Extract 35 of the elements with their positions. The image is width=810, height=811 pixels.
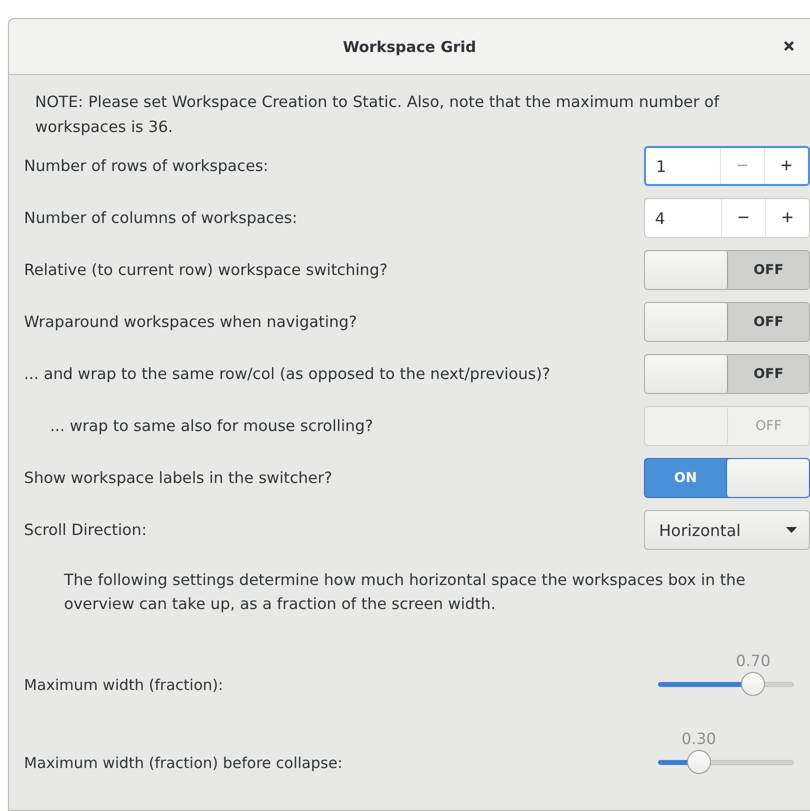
slider-handle[interactable] [686, 750, 711, 774]
increment-button[interactable]: + [764, 148, 808, 184]
switch-state: OFF [752, 365, 784, 384]
note-text: NOTE: Please set Workspace Creation to Static. Also, note that the maximum number of workspaces is 36. [34, 92, 720, 138]
toggle-switch[interactable]: OFF [644, 250, 810, 290]
description-text: The following settings determine how much horizontal space the workspaces box in the overview can take up, as a fraction of the screen width. [63, 570, 746, 615]
dropdown[interactable]: Horizontal [644, 510, 810, 550]
increment-button[interactable]: + [765, 199, 809, 237]
dropdown-arrow-icon [786, 527, 797, 533]
number-input[interactable]: 1 [646, 148, 720, 184]
setting-label: ... wrap to same also for mouse scrolling? [49, 417, 374, 435]
spin-field[interactable]: 4 − + [644, 198, 810, 238]
slider-handle[interactable] [741, 672, 766, 696]
switch-state: OFF [752, 313, 784, 332]
number-input[interactable]: 4 [645, 199, 721, 237]
switch-state: OFF [754, 417, 783, 436]
toggle-switch[interactable]: OFF [644, 354, 810, 394]
setting-label: Maximum width (fraction) before collapse: [24, 754, 342, 774]
setting-label: Scroll Direction: [24, 521, 147, 539]
spin-field[interactable]: 1 − + [644, 146, 810, 186]
setting-label: Wraparound workspaces when navigating? [24, 313, 357, 331]
slider-value: 0.30 [682, 730, 716, 748]
switch-state: ON [673, 469, 698, 488]
setting-label: Maximum width (fraction): [24, 676, 224, 696]
slider[interactable] [658, 672, 794, 697]
toggle-switch[interactable]: OFF [644, 302, 810, 342]
window-title: Workspace Grid [342, 38, 476, 56]
setting-label: Relative (to current row) workspace switching? [24, 261, 388, 279]
slider-value: 0.70 [736, 652, 770, 670]
setting-label: Number of columns of workspaces: [24, 209, 298, 227]
setting-label: ... and wrap to the same row/col (as opposed to the next/previous)? [24, 365, 550, 383]
switch-state: OFF [752, 261, 784, 280]
slider[interactable] [658, 750, 794, 775]
setting-label: Number of rows of workspaces: [24, 157, 268, 175]
setting-label: Show workspace labels in the switcher? [24, 469, 332, 487]
